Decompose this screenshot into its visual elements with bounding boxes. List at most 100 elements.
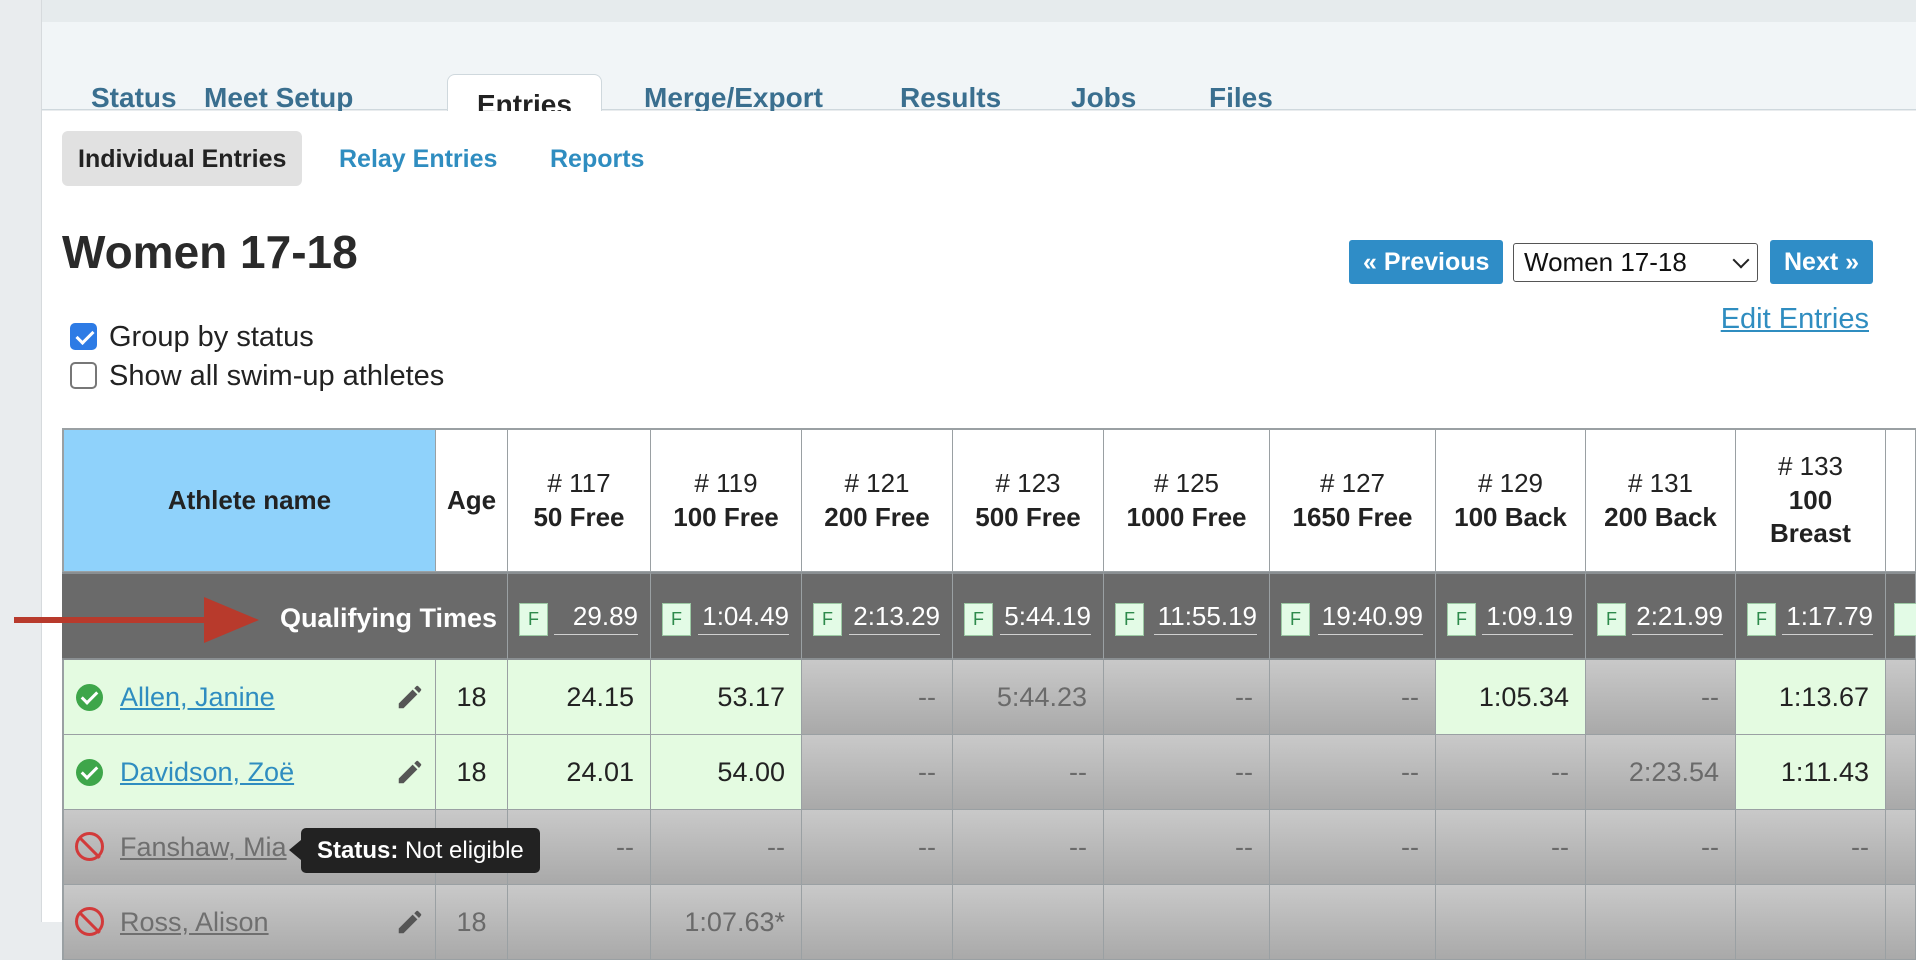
athlete-name-header[interactable]: Athlete name	[62, 428, 436, 572]
event-header[interactable]: # 123 500 Free	[953, 428, 1104, 572]
qualifying-time-input[interactable]: 1:17.79	[1782, 599, 1873, 635]
event-name: 1000 Free	[1126, 501, 1247, 532]
athlete-link[interactable]: Fanshaw, Mia	[120, 810, 287, 884]
entry-time-cell[interactable]: 1:11.43	[1736, 735, 1886, 810]
tab-jobs[interactable]: Jobs	[1071, 82, 1136, 114]
subtab-reports[interactable]: Reports	[550, 131, 644, 186]
previous-button[interactable]: « Previous	[1349, 240, 1504, 284]
event-number: # 125	[1153, 467, 1220, 498]
event-header[interactable]: # 131 200 Back	[1586, 428, 1736, 572]
check-circle-icon	[76, 684, 103, 711]
subtab-individual-entries[interactable]: Individual Entries	[62, 131, 303, 186]
course-badge: F	[1281, 603, 1310, 636]
entry-time-cell[interactable]	[508, 885, 651, 960]
pencil-icon[interactable]	[395, 757, 425, 787]
show-swim-up-option[interactable]: Show all swim-up athletes	[70, 360, 444, 393]
entry-time-cell[interactable]	[1436, 885, 1586, 960]
course-badge: F	[1747, 603, 1776, 636]
pencil-icon[interactable]	[395, 682, 425, 712]
entry-time-cell[interactable]: --	[1104, 735, 1270, 810]
event-header[interactable]: # 133 100 Breast	[1736, 428, 1886, 572]
next-button[interactable]: Next »	[1770, 240, 1874, 284]
qualifying-time-input[interactable]: 2:13.29	[849, 599, 940, 635]
entry-time-cell[interactable]: --	[1270, 735, 1436, 810]
group-select[interactable]: Women 17-18	[1513, 243, 1758, 282]
qualifying-time-input[interactable]: 5:44.19	[1000, 599, 1091, 635]
qualifying-time-cell: F 5:44.19	[953, 572, 1104, 660]
entry-time-cell[interactable]: --	[1436, 810, 1586, 885]
event-header[interactable]: # 125 1000 Free	[1104, 428, 1270, 572]
qualifying-time-cell: F 11:55.19	[1104, 572, 1270, 660]
athlete-link[interactable]: Ross, Alison	[120, 885, 269, 959]
entry-time-cell[interactable]	[802, 885, 953, 960]
event-header[interactable]: # 127 1650 Free	[1270, 428, 1436, 572]
entry-time-cell[interactable]	[1104, 885, 1270, 960]
entry-time-cell[interactable]: 1:05.34	[1436, 660, 1586, 735]
entry-time-cell[interactable]: 1:13.67	[1736, 660, 1886, 735]
entry-time-cell-overflow	[1886, 810, 1916, 885]
event-header[interactable]: # 119 100 Free	[651, 428, 802, 572]
entry-time-cell[interactable]: --	[651, 810, 802, 885]
qualifying-time-input[interactable]: 19:40.99	[1317, 599, 1423, 635]
event-header[interactable]: # 121 200 Free	[802, 428, 953, 572]
entry-time-cell[interactable]: --	[1736, 810, 1886, 885]
age-cell: 18	[436, 660, 508, 735]
course-badge: F	[813, 603, 842, 636]
tab-status[interactable]: Status	[91, 82, 177, 114]
entry-time-cell[interactable]: --	[1270, 810, 1436, 885]
entry-time-cell[interactable]: --	[953, 735, 1104, 810]
entry-time-cell[interactable]	[953, 885, 1104, 960]
athlete-link[interactable]: Davidson, Zoë	[120, 735, 294, 809]
tab-results[interactable]: Results	[900, 82, 1001, 114]
course-badge: F	[1115, 603, 1144, 636]
entry-time-cell[interactable]: --	[1104, 660, 1270, 735]
event-number: # 129	[1477, 467, 1544, 498]
entry-time-cell[interactable]: --	[802, 660, 953, 735]
qualifying-time-input[interactable]: 29.89	[554, 599, 638, 635]
entry-time-cell[interactable]: --	[1586, 810, 1736, 885]
entry-time-cell[interactable]: --	[1586, 660, 1736, 735]
tooltip-text: Not eligible	[405, 837, 524, 864]
pencil-icon[interactable]	[395, 907, 425, 937]
entry-time-cell[interactable]	[1586, 885, 1736, 960]
entry-time-cell[interactable]: 2:23.54	[1586, 735, 1736, 810]
entry-time-cell[interactable]: --	[802, 810, 953, 885]
athlete-link[interactable]: Allen, Janine	[120, 660, 275, 734]
entry-time-cell[interactable]: 54.00	[651, 735, 802, 810]
group-by-status-option[interactable]: Group by status	[70, 321, 314, 354]
subtab-relay-entries[interactable]: Relay Entries	[339, 131, 497, 186]
age-cell: 18	[436, 735, 508, 810]
entry-time-cell[interactable]: --	[1104, 810, 1270, 885]
entry-time-cell[interactable]: 53.17	[651, 660, 802, 735]
entry-time-cell[interactable]	[1270, 885, 1436, 960]
event-number: # 133	[1777, 450, 1844, 481]
qualifying-time-input[interactable]: 1:09.19	[1482, 599, 1573, 635]
event-header[interactable]: # 129 100 Back	[1436, 428, 1586, 572]
qualifying-time-input[interactable]: 1:04.49	[698, 599, 789, 635]
entry-time-cell[interactable]: --	[1436, 735, 1586, 810]
tab-meet-setup[interactable]: Meet Setup	[204, 82, 353, 114]
entry-time-cell[interactable]: 24.01	[508, 735, 651, 810]
entry-time-cell[interactable]: --	[1270, 660, 1436, 735]
entry-time-cell[interactable]: --	[953, 810, 1104, 885]
tab-files[interactable]: Files	[1209, 82, 1273, 114]
athlete-name-cell: Davidson, Zoë	[62, 735, 436, 810]
show-swim-up-checkbox[interactable]	[70, 362, 97, 389]
qualifying-time-input[interactable]: 11:55.19	[1153, 599, 1257, 635]
group-by-status-checkbox[interactable]	[70, 323, 97, 350]
event-name: 50 Free	[533, 501, 625, 532]
tab-merge-export[interactable]: Merge/Export	[644, 82, 823, 114]
event-header[interactable]: # 117 50 Free	[508, 428, 651, 572]
age-header[interactable]: Age	[436, 428, 508, 572]
entry-time-cell[interactable]: --	[802, 735, 953, 810]
edit-entries-link[interactable]: Edit Entries	[1721, 303, 1869, 336]
main-tabs: Status Meet Setup Entries Merge/Export R…	[42, 22, 1916, 134]
qualifying-time-cell: F 1:04.49	[651, 572, 802, 660]
entry-time-cell[interactable]: 5:44.23	[953, 660, 1104, 735]
event-number: # 123	[995, 467, 1061, 498]
event-number: # 131	[1627, 467, 1694, 498]
qualifying-time-input[interactable]: 2:21.99	[1632, 599, 1723, 635]
entry-time-cell[interactable]: 1:07.63*	[651, 885, 802, 960]
entry-time-cell[interactable]	[1736, 885, 1886, 960]
entry-time-cell[interactable]: 24.15	[508, 660, 651, 735]
